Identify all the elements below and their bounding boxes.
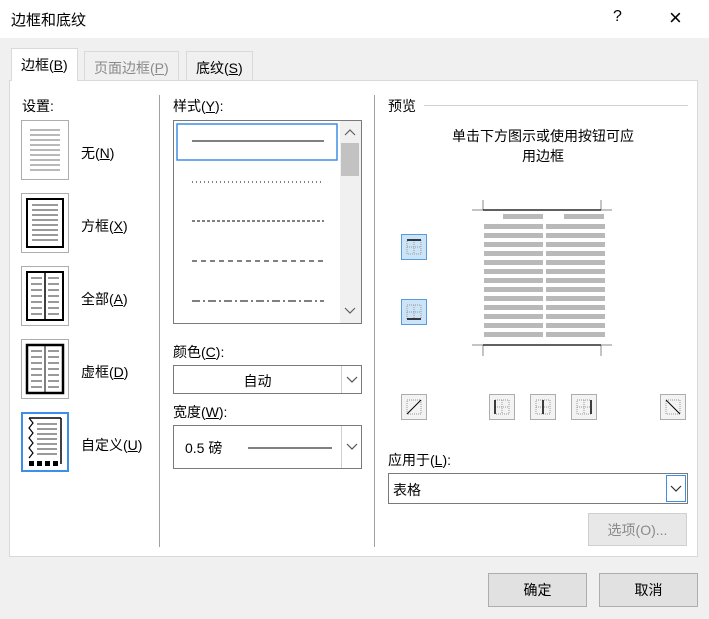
preview-row-bar: [484, 242, 543, 247]
setting-none-icon: [30, 129, 60, 171]
setting-grid-label[interactable]: 虚框(D): [81, 362, 128, 382]
options-button[interactable]: 选项(O)...: [588, 513, 687, 546]
preview-row-bar: [546, 332, 605, 337]
apply-to-label: 应用于(L):: [388, 452, 452, 468]
border-right-icon: [576, 399, 592, 415]
diagonal-up-icon: [406, 399, 422, 415]
preview-row-bar: [484, 305, 543, 310]
divider: [159, 95, 160, 547]
setting-all-icon: [26, 271, 64, 321]
setting-none-label[interactable]: 无(N): [81, 143, 114, 163]
close-icon[interactable]: ×: [669, 5, 682, 31]
color-label: 颜色(C):: [173, 344, 225, 360]
diagonal-down-icon: [665, 399, 681, 415]
help-icon[interactable]: ?: [613, 8, 622, 26]
setting-all-label[interactable]: 全部(A): [81, 289, 128, 309]
preview-row-bar: [484, 332, 543, 337]
preview-row-bar: [484, 233, 543, 238]
preview-row-bar: [484, 251, 543, 256]
width-dropdown[interactable]: 0.5 磅: [173, 425, 362, 469]
preview-row-bar: [484, 260, 543, 265]
title-bar: 边框和底纹 ? ×: [0, 0, 709, 38]
preview-row-bar: [546, 323, 605, 328]
preview-row-bar: [484, 278, 543, 283]
style-listbox[interactable]: [173, 120, 362, 324]
chevron-down-icon[interactable]: [341, 426, 361, 468]
tab-label: 页面边框(P): [94, 60, 169, 76]
settings-heading: 设置:: [22, 98, 54, 114]
border-bottom-icon: [406, 304, 422, 320]
border-top-icon: [406, 239, 422, 255]
width-label: 宽度(W):: [173, 404, 228, 420]
setting-grid-button[interactable]: [21, 339, 69, 399]
preview-row-bar: [484, 296, 543, 301]
setting-custom-button[interactable]: [21, 412, 69, 472]
style-option-solid[interactable]: [176, 123, 338, 161]
border-right-button[interactable]: [571, 394, 597, 420]
tab-borders[interactable]: 边框(B): [11, 48, 78, 81]
tab-shading[interactable]: 底纹(S): [186, 51, 253, 80]
border-left-icon: [494, 399, 510, 415]
preview-row-bar: [546, 224, 605, 229]
color-value: 自动: [243, 373, 272, 389]
dialog-title: 边框和底纹: [11, 12, 87, 29]
border-left-button[interactable]: [489, 394, 515, 420]
border-top-button[interactable]: [401, 234, 427, 260]
scroll-thumb[interactable]: [341, 143, 359, 176]
tab-label: 底纹(S): [196, 60, 243, 76]
chevron-down-icon[interactable]: [341, 366, 361, 393]
preview-row-bar: [546, 251, 605, 256]
width-line-sample: [248, 447, 332, 449]
preview-heading: 预览: [388, 98, 416, 114]
color-dropdown[interactable]: 自动: [173, 365, 362, 394]
preview-rule: [424, 105, 688, 106]
preview-diagram[interactable]: [470, 198, 620, 358]
setting-none-button[interactable]: [21, 120, 69, 180]
preview-hint: 单击下方图示或使用按钮可应用边框: [452, 128, 634, 164]
setting-custom-icon: [28, 417, 62, 466]
preview-row-bar: [484, 224, 543, 229]
style-label: 样式(Y):: [173, 98, 224, 114]
preview-row-bar: [546, 314, 605, 319]
preview-row-bar: [546, 305, 605, 310]
preview-row-bar: [484, 269, 543, 274]
preview-row-bar: [484, 314, 543, 319]
preview-row-bar: [546, 260, 605, 265]
preview-row-bar: [546, 269, 605, 274]
preview-row-bar: [503, 214, 543, 219]
preview-row-bar: [564, 214, 604, 219]
preview-row-bar: [546, 287, 605, 292]
chevron-down-icon[interactable]: [666, 475, 686, 502]
setting-custom-label[interactable]: 自定义(U): [81, 435, 142, 455]
setting-box-icon: [26, 198, 64, 248]
border-inside-vertical-icon: [535, 399, 551, 415]
preview-row-bar: [546, 296, 605, 301]
style-options: [176, 121, 361, 323]
setting-all-button[interactable]: [21, 266, 69, 326]
tab-label: 边框(B): [21, 57, 68, 73]
diagonal-up-button[interactable]: [401, 394, 427, 420]
border-inside-vertical-button[interactable]: [530, 394, 556, 420]
setting-box-label[interactable]: 方框(X): [81, 216, 128, 236]
apply-to-value: 表格: [393, 482, 421, 498]
apply-to-dropdown[interactable]: 表格: [388, 473, 688, 504]
preview-row-bar: [546, 233, 605, 238]
preview-row-bar: [546, 278, 605, 283]
tab-page-border[interactable]: 页面边框(P): [84, 51, 179, 80]
divider: [374, 95, 375, 547]
setting-box-button[interactable]: [21, 193, 69, 253]
setting-grid-icon: [25, 343, 65, 395]
preview-row-bar: [484, 323, 543, 328]
ok-button[interactable]: 确定: [488, 573, 587, 607]
cancel-button[interactable]: 取消: [599, 573, 698, 607]
width-value: 0.5 磅: [185, 440, 223, 456]
border-bottom-button[interactable]: [401, 299, 427, 325]
preview-row-bar: [546, 242, 605, 247]
preview-row-bar: [484, 287, 543, 292]
diagonal-down-button[interactable]: [660, 394, 686, 420]
